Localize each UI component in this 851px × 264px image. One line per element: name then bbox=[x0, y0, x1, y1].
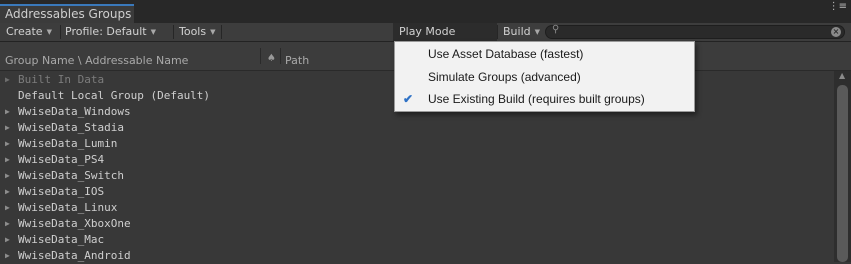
menu-item-use-existing-build[interactable]: ✔ Use Existing Build (requires built gro… bbox=[395, 88, 694, 111]
checkmark-icon: ✔ bbox=[403, 92, 414, 106]
expand-arrow-icon[interactable]: ▶ bbox=[5, 184, 10, 200]
search-field[interactable]: ⚲ × bbox=[545, 24, 845, 39]
chevron-down-icon: ▼ bbox=[46, 28, 52, 36]
group-name: WwiseData_XboxOne bbox=[18, 217, 131, 230]
group-name: WwiseData_Lumin bbox=[18, 137, 118, 150]
menu-item-label: Simulate Groups (advanced) bbox=[428, 70, 581, 84]
window-menu-icon[interactable]: ⋮≡ bbox=[829, 2, 847, 12]
expand-arrow-icon[interactable]: ▶ bbox=[5, 72, 10, 88]
window-tab-bar: Addressables Groups ⋮≡ bbox=[0, 0, 851, 23]
group-name: WwiseData_IOS bbox=[18, 185, 105, 198]
expand-arrow-icon[interactable]: ▶ bbox=[5, 216, 10, 232]
group-row[interactable]: ▶ WwiseData_Lumin bbox=[0, 136, 834, 152]
expand-arrow-icon[interactable]: ▶ bbox=[5, 232, 10, 248]
group-name: Default Local Group (Default) bbox=[18, 89, 211, 102]
expand-arrow-icon[interactable]: ▶ bbox=[5, 136, 10, 152]
expand-arrow-icon[interactable]: ▶ bbox=[5, 104, 10, 120]
chevron-down-icon: ▼ bbox=[534, 28, 541, 36]
column-header-name[interactable]: Group Name \ Addressable Name bbox=[5, 54, 188, 67]
scrollbar-thumb[interactable] bbox=[837, 85, 848, 262]
tools-label: Tools bbox=[179, 25, 207, 38]
group-row[interactable]: ▶ WwiseData_XboxOne bbox=[0, 216, 834, 232]
scroll-up-arrow-icon[interactable]: ▲ bbox=[839, 71, 845, 80]
column-divider[interactable] bbox=[280, 48, 281, 64]
column-divider[interactable] bbox=[260, 48, 261, 64]
group-row[interactable]: ▶ WwiseData_Linux bbox=[0, 200, 834, 216]
group-name: WwiseData_Stadia bbox=[18, 121, 124, 134]
group-name: WwiseData_Windows bbox=[18, 105, 131, 118]
column-header-path[interactable]: Path bbox=[285, 54, 309, 67]
group-row[interactable]: ▶ WwiseData_Stadia bbox=[0, 120, 834, 136]
build-label: Build bbox=[503, 25, 531, 38]
profile-dropdown[interactable]: Profile: Default ▼ bbox=[59, 23, 173, 41]
build-dropdown[interactable]: Build ▼ bbox=[497, 23, 542, 41]
profile-label: Profile: Default bbox=[65, 25, 147, 38]
group-row[interactable]: ▶ WwiseData_IOS bbox=[0, 184, 834, 200]
vertical-scrollbar[interactable]: ▲ bbox=[834, 71, 851, 262]
tab-addressables-groups[interactable]: Addressables Groups bbox=[0, 4, 134, 23]
addressable-icon: ♠ bbox=[267, 53, 276, 64]
play-mode-script-dropdown[interactable]: Play Mode Script▼ bbox=[393, 23, 497, 56]
toolbar-divider bbox=[221, 25, 222, 39]
search-icon: ⚲ bbox=[552, 24, 560, 35]
group-name: WwiseData_Linux bbox=[18, 201, 118, 214]
create-label: Create bbox=[6, 25, 43, 38]
expand-arrow-icon[interactable]: ▶ bbox=[5, 120, 10, 136]
group-row[interactable]: ▶ WwiseData_PS4 bbox=[0, 152, 834, 168]
menu-item-simulate-groups[interactable]: Simulate Groups (advanced) bbox=[395, 66, 694, 89]
create-button[interactable]: Create ▼ bbox=[0, 23, 62, 41]
expand-arrow-icon[interactable]: ▶ bbox=[5, 152, 10, 168]
menu-item-label: Use Existing Build (requires built group… bbox=[428, 92, 645, 106]
group-row[interactable]: ▶ WwiseData_Switch bbox=[0, 168, 834, 184]
menu-item-label: Use Asset Database (fastest) bbox=[428, 47, 584, 61]
group-name: Built In Data bbox=[18, 73, 105, 86]
group-name: WwiseData_Switch bbox=[18, 169, 124, 182]
tools-button[interactable]: Tools ▼ bbox=[173, 23, 221, 41]
expand-arrow-icon[interactable]: ▶ bbox=[5, 168, 10, 184]
menu-item-use-asset-database[interactable]: Use Asset Database (fastest) bbox=[395, 43, 694, 66]
play-mode-script-menu: Use Asset Database (fastest) Simulate Gr… bbox=[394, 41, 695, 112]
chevron-down-icon: ▼ bbox=[150, 28, 156, 36]
chevron-down-icon: ▼ bbox=[210, 28, 216, 36]
clear-search-icon[interactable]: × bbox=[831, 27, 841, 37]
group-name: WwiseData_Mac bbox=[18, 233, 105, 246]
expand-arrow-icon[interactable]: ▶ bbox=[5, 200, 10, 216]
group-row[interactable]: ▶ WwiseData_Mac bbox=[0, 232, 834, 248]
group-name: WwiseData_PS4 bbox=[18, 153, 105, 166]
